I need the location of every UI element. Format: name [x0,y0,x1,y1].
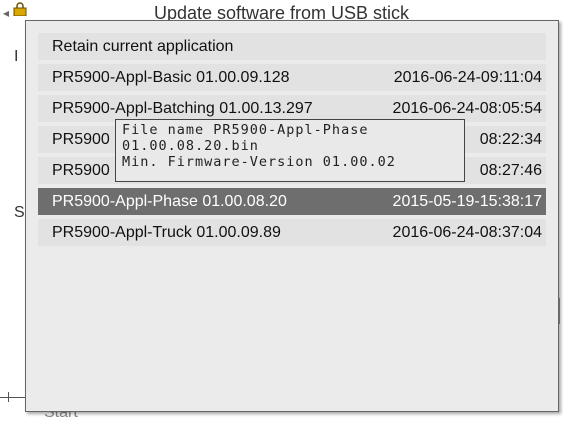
list-item[interactable]: PR5900-Appl-Batching 01.00.13.297 2016-0… [38,95,546,122]
list-item-label: PR5900-Appl-Batching 01.00.13.297 [52,99,313,117]
tooltip-min-firmware: Min. Firmware-Version 01.00.02 [122,154,396,170]
window-title: Update software from USB stick [153,3,410,23]
list-item-label: Retain current application [52,37,234,55]
list-item[interactable]: PR5900-Appl-Truck 01.00.09.89 2016-06-24… [38,219,546,246]
list-item-label: PR5900-Appl-Phase 01.00.08.20 [52,192,287,210]
background-label-fragment: I [14,48,19,65]
background-label-fragment: S [14,204,25,221]
list-item-date: 08:27:46 [479,161,542,179]
list-item-date: 2015-05-19-15:38:17 [392,192,542,210]
list-item-label: PR5900-Appl-Truck 01.00.09.89 [52,223,281,241]
list-item-date: 2016-06-24-09:11:04 [393,68,542,86]
divider [8,392,9,402]
list-item-retain-application[interactable]: Retain current application [38,33,546,60]
list-item-date: 2016-06-24-08:37:04 [392,223,542,241]
file-info-tooltip: File name PR5900-Appl-Phase 01.00.08.20.… [115,119,465,182]
list-item[interactable]: PR5900-Appl-Basic 01.00.09.128 2016-06-2… [38,64,546,91]
application-select-popup: Retain current application PR5900-Appl-B… [25,20,559,412]
tooltip-file-name-cont: 01.00.08.20.bin [122,138,259,154]
list-item-date: 08:22:34 [479,130,542,148]
list-item-label: PR5900-Appl-Basic 01.00.09.128 [52,68,290,86]
tooltip-file-name: File name PR5900-Appl-Phase [122,122,369,138]
list-item-selected[interactable]: PR5900-Appl-Phase 01.00.08.20 2015-05-19… [38,188,546,215]
list-item-date: 2016-06-24-08:05:54 [392,99,542,117]
